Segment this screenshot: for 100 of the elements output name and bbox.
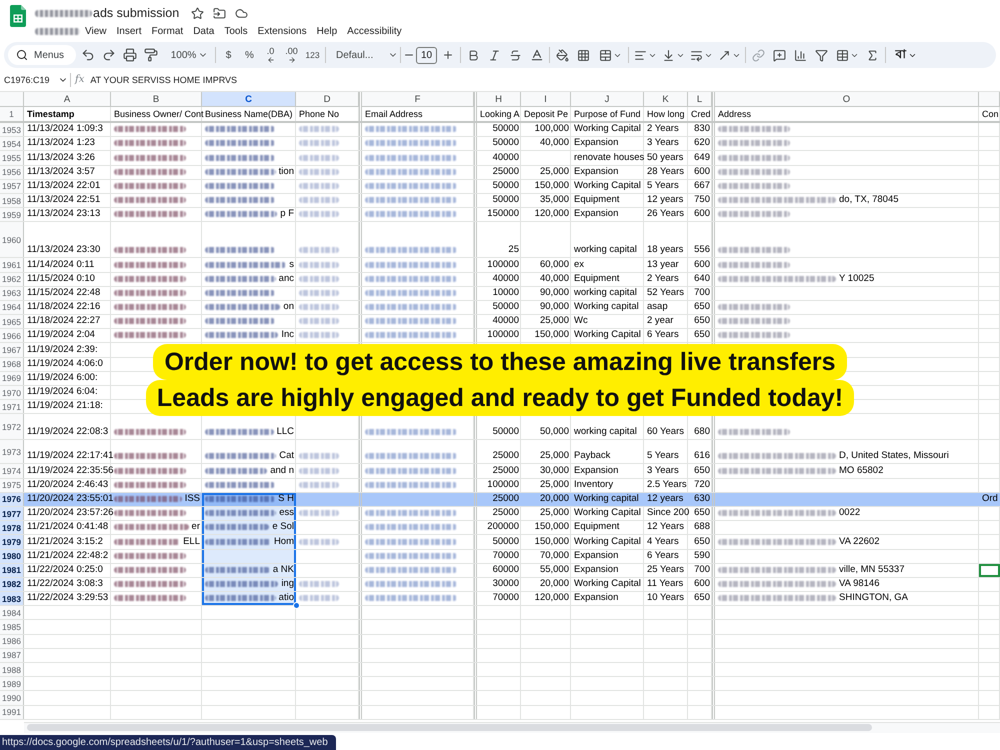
row-header[interactable]: 1983 [0,592,24,606]
selected-cell[interactable]: e Sol [202,521,296,534]
column-header[interactable]: F [362,92,474,107]
menu-item[interactable]: Help [312,23,342,39]
spreadsheet-logo-icon[interactable] [10,5,26,27]
strikethrough-icon[interactable] [509,48,522,62]
menu-item[interactable]: Insert [112,23,147,39]
selected-row[interactable]: 1976 11/20/2024 23:55:01 ISS S H 25000 20,000 Working capital 12 years 630 Ord [0,492,1000,507]
wrap-text-icon[interactable] [690,48,702,62]
plus-icon[interactable] [442,49,454,61]
row-header[interactable]: 1964 [0,300,24,314]
row-header[interactable]: 1974 [0,464,24,478]
row-header[interactable]: 1977 [0,506,24,520]
table-icon[interactable] [836,48,848,62]
cloud-icon[interactable] [235,6,248,20]
selected-cell[interactable] [202,550,296,563]
arrow-left-icon[interactable] [266,56,274,64]
selected-cell[interactable]: ess [202,506,296,520]
row-header[interactable]: 1984 [0,606,24,620]
row-header[interactable]: 1959 [0,208,24,222]
row-header[interactable]: 1976 [0,492,24,506]
row-header[interactable]: 1956 [0,166,24,179]
column-header[interactable]: D [296,92,359,107]
currency-format-button[interactable]: $ [218,44,239,66]
comment-plus-icon[interactable] [773,48,786,62]
row-header[interactable]: 1953 [0,123,24,136]
grid-icon[interactable] [577,48,590,62]
row-header[interactable]: 1973 [0,440,24,464]
redo-icon[interactable] [102,48,116,62]
formula-field[interactable]: AT YOUR SERVISS HOME IMPRVS [90,74,238,84]
paint-bucket-icon[interactable] [556,48,569,62]
bold-icon[interactable] [467,48,480,62]
sigma-icon[interactable] [866,48,879,62]
input-tools-dropdown[interactable]: বা [888,44,924,66]
selected-cell[interactable]: ing [202,578,296,592]
row-header[interactable]: 1988 [0,663,24,676]
row-header[interactable]: 1981 [0,564,24,577]
row-header[interactable]: 1968 [0,358,24,371]
row-header[interactable]: 1 [0,107,24,121]
row-header[interactable]: 1965 [0,315,24,328]
row-header[interactable]: 1985 [0,620,24,634]
document-title[interactable]: ads submission [93,6,180,20]
column-header[interactable]: O [715,92,979,107]
zoom-dropdown[interactable]: 100% [161,44,213,66]
selected-cell[interactable]: Hom [202,535,296,548]
name-box[interactable]: C1976:C19 [0,70,68,90]
row-header[interactable]: 1962 [0,272,24,286]
column-header[interactable]: J [571,92,644,107]
row-header[interactable]: 1982 [0,578,24,592]
row-header[interactable]: 1955 [0,151,24,165]
column-header[interactable]: I [521,92,571,107]
column-header[interactable]: L [688,92,712,107]
paint-roller-icon[interactable] [144,48,158,62]
font-size-field[interactable]: 10 [416,46,437,64]
horizontal-scrollbar[interactable] [24,722,1000,733]
row-header[interactable]: 1989 [0,677,24,690]
row-header[interactable]: 1972 [0,414,24,440]
number-format-button[interactable]: 123 [302,44,323,66]
row-header[interactable]: 1986 [0,634,24,648]
fill-handle[interactable] [293,602,300,610]
selected-cell[interactable]: S H [202,492,296,506]
diagonal-arrow-icon[interactable] [718,48,730,62]
column-header[interactable]: B [111,92,202,107]
menu-item[interactable]: Data [188,23,220,39]
folder-arrow-icon[interactable] [213,6,226,20]
row-header[interactable]: 1969 [0,372,24,385]
undo-icon[interactable] [80,48,94,62]
column-header[interactable]: A [24,92,111,107]
font-dropdown[interactable]: Defaul... [328,44,398,66]
row-header[interactable]: 1978 [0,521,24,534]
row-header[interactable]: 1967 [0,343,24,357]
merged-table-icon[interactable] [598,48,612,62]
row-header[interactable]: 1980 [0,550,24,563]
filter-icon[interactable] [815,48,828,62]
underlined-letter-icon[interactable] [530,48,544,62]
column-header[interactable]: K [644,92,688,107]
column-header[interactable]: C [202,92,296,107]
arrow-right-icon[interactable] [288,56,296,64]
menu-item[interactable]: View [80,23,112,39]
align-left-icon[interactable] [634,48,646,62]
row-header[interactable]: 1958 [0,194,24,208]
menu-item[interactable]: Format [146,23,188,39]
menu-item[interactable]: Extensions [252,23,312,39]
selected-cell[interactable]: a NK [202,564,296,577]
row-header[interactable]: 1991 [0,706,24,719]
row-header[interactable]: 1987 [0,648,24,662]
printer-icon[interactable] [122,48,136,62]
scrollbar-thumb[interactable] [27,724,872,732]
row-header[interactable]: 1990 [0,691,24,705]
row-header[interactable]: 1970 [0,386,24,400]
increase-decimal-button[interactable]: .00 [281,44,302,66]
row-header[interactable]: 1966 [0,329,24,342]
menu-search-field[interactable]: Menus [8,45,76,65]
menu-item[interactable]: Accessibility [342,23,407,39]
italic-icon[interactable] [488,48,501,62]
arrow-down-to-line-icon[interactable] [662,48,674,62]
menu-item[interactable]: Tools [219,23,253,39]
row-header[interactable]: 1971 [0,400,24,414]
percent-format-button[interactable]: % [239,44,260,66]
row-header[interactable]: 1979 [0,535,24,548]
